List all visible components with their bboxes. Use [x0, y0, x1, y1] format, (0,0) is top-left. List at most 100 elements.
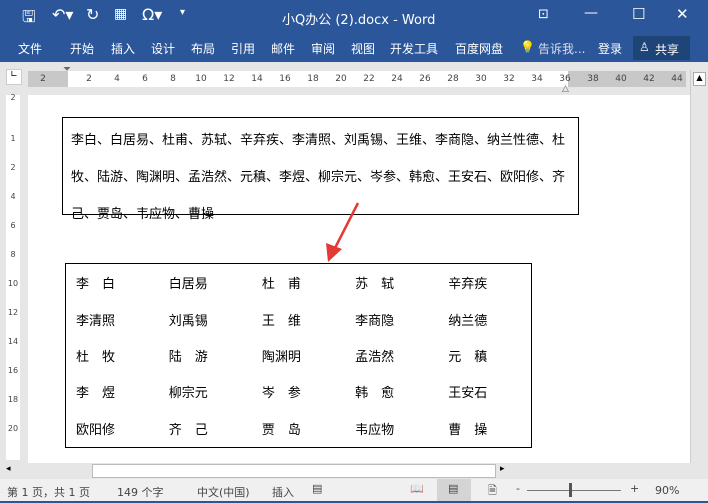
table-cell[interactable]: 李 煜 [66, 374, 159, 410]
ruler-tick: 44 [671, 74, 683, 84]
table-cell[interactable]: 李清照 [66, 301, 159, 337]
table-cell[interactable]: 孟浩然 [345, 337, 438, 373]
scroll-right-icon[interactable]: ▸ [500, 464, 505, 474]
zoom-in-icon[interactable]: + [630, 482, 639, 495]
vruler-tick: 10 [7, 279, 19, 288]
table-cell[interactable]: 韩 愈 [345, 374, 438, 410]
undo-icon[interactable]: ↶▾ [52, 5, 73, 24]
table-cell[interactable]: 曹 操 [438, 410, 531, 447]
tab-view[interactable]: 视图 [351, 40, 375, 57]
maximize-icon[interactable]: ☐ [632, 5, 645, 23]
poet-table[interactable]: 李 白白居易杜 甫苏 轼辛弃疾 李清照 刘禹锡王 维李商隐 纳兰德杜 牧陆 游陶渊明孟… [65, 263, 532, 448]
tab-review[interactable]: 审阅 [311, 40, 335, 57]
tab-baidu[interactable]: 百度网盘 [455, 40, 503, 57]
tab-developer[interactable]: 开发工具 [390, 40, 438, 57]
vruler-tick: 2 [10, 93, 16, 102]
tab-references[interactable]: 引用 [231, 40, 255, 57]
table-row: 李清照 刘禹锡王 维李商隐 纳兰德 [66, 301, 532, 337]
zoom-slider[interactable] [527, 490, 621, 491]
table-cell[interactable]: 辛弃疾 [438, 264, 531, 301]
ruler-tick: 14 [251, 74, 263, 84]
scroll-up-icon[interactable]: ▲ [693, 72, 706, 86]
vruler-tick: 6 [10, 221, 16, 230]
web-layout-icon[interactable]: 🗎 [488, 482, 497, 501]
redo-icon[interactable]: ↻ [86, 5, 99, 24]
tab-mailings[interactable]: 邮件 [271, 40, 295, 57]
right-indent-marker[interactable]: △ [562, 84, 569, 94]
table-row: 欧阳修齐 己贾 岛韦应物曹 操 [66, 410, 532, 447]
table-cell[interactable]: 陶渊明 [252, 337, 345, 373]
ruler-tick: 24 [391, 74, 403, 84]
table-cell[interactable]: 王安石 [438, 374, 531, 410]
table-cell[interactable]: 杜 牧 [66, 337, 159, 373]
ruler-tick: 20 [335, 74, 347, 84]
vruler-tick: 8 [10, 250, 16, 259]
indent-marker[interactable]: ⏷ [63, 64, 71, 75]
table-cell[interactable]: 元 稹 [438, 337, 531, 373]
print-layout-button[interactable]: ▤ [437, 479, 471, 501]
ruler-tick: 32 [503, 74, 515, 84]
ruler-tick: 38 [587, 74, 599, 84]
macro-icon[interactable]: ▤ [312, 482, 322, 495]
share-label: 共享 [655, 43, 680, 57]
scroll-thumb[interactable] [92, 464, 496, 478]
ruler-tick: 28 [447, 74, 459, 84]
ruler-tick: 42 [643, 74, 655, 84]
ribbon-tabs: 文件 开始 插入 设计 布局 引用 邮件 审阅 视图 开发工具 百度网盘 💡 告… [0, 34, 708, 62]
tab-design[interactable]: 设计 [151, 40, 175, 57]
table-cell[interactable]: 苏 轼 [345, 264, 438, 301]
table-cell[interactable]: 白居易 [159, 264, 252, 301]
ribbon-display-icon[interactable]: ⊡ [538, 7, 549, 22]
ruler-tick: 2 [86, 74, 92, 84]
word-count[interactable]: 149 个字 [117, 484, 164, 500]
customize-icon[interactable]: ▾ [180, 7, 185, 18]
vertical-scrollbar[interactable]: ▲ [690, 70, 708, 463]
vertical-ruler: 2 1 2 4 6 8 10 12 14 16 18 20 [6, 93, 20, 460]
tell-me-input[interactable]: 告诉我... [538, 40, 585, 57]
horizontal-scrollbar[interactable]: ◂ ▸ [0, 463, 708, 479]
table-cell[interactable]: 柳宗元 [159, 374, 252, 410]
print-layout-icon: ▤ [448, 482, 459, 495]
table-cell[interactable]: 刘禹锡 [159, 301, 252, 337]
table-cell[interactable]: 韦应物 [345, 410, 438, 447]
tab-home[interactable]: 开始 [70, 40, 94, 57]
lightbulb-icon: 💡 [520, 40, 535, 54]
ruler-tick: 30 [475, 74, 487, 84]
table-cell[interactable]: 岑 参 [252, 374, 345, 410]
share-button[interactable]: ♙ 共享 [633, 36, 690, 60]
read-mode-icon[interactable]: 📖 [410, 482, 424, 495]
table-row: 李 白白居易杜 甫苏 轼辛弃疾 [66, 264, 532, 301]
table-cell[interactable]: 贾 岛 [252, 410, 345, 447]
omega-icon[interactable]: Ω▾ [142, 5, 162, 24]
insert-mode[interactable]: 插入 [272, 484, 294, 500]
vruler-tick: 16 [7, 366, 19, 375]
table-cell[interactable]: 陆 游 [159, 337, 252, 373]
ruler-tick: 18 [307, 74, 319, 84]
zoom-slider-thumb[interactable] [569, 483, 572, 497]
arrow-annotation [326, 202, 360, 262]
tab-insert[interactable]: 插入 [111, 40, 135, 57]
table-cell[interactable]: 欧阳修 [66, 410, 159, 447]
table-cell[interactable]: 李商隐 [345, 301, 438, 337]
table-cell[interactable]: 杜 甫 [252, 264, 345, 301]
minimize-icon[interactable]: — [584, 5, 598, 21]
ruler-tick: 36 [559, 74, 571, 84]
table-cell[interactable]: 李 白 [66, 264, 159, 301]
table-cell[interactable]: 王 维 [252, 301, 345, 337]
zoom-out-icon[interactable]: - [516, 482, 520, 495]
save-icon[interactable]: 🖫 [22, 6, 36, 33]
login-button[interactable]: 登录 [598, 40, 622, 57]
table-cell[interactable]: 齐 己 [159, 410, 252, 447]
page-count[interactable]: 第 1 页，共 1 页 [7, 484, 90, 500]
tab-selector[interactable]: ∟ [6, 69, 22, 85]
table-cell[interactable]: 纳兰德 [438, 301, 531, 337]
close-icon[interactable]: ✕ [676, 5, 689, 23]
tab-layout[interactable]: 布局 [191, 40, 215, 57]
scroll-left-icon[interactable]: ◂ [6, 464, 11, 474]
calendar-icon[interactable]: ▦ [114, 6, 127, 22]
vruler-tick: 12 [7, 308, 19, 317]
zoom-level[interactable]: 90% [655, 484, 679, 497]
tab-file[interactable]: 文件 [18, 40, 42, 57]
horizontal-ruler[interactable]: ∟ 2 2 4 6 8 10 12 14 16 18 20 22 24 26 28 30 32 34 36 38 40 4… [0, 62, 708, 95]
language[interactable]: 中文(中国) [197, 484, 250, 500]
